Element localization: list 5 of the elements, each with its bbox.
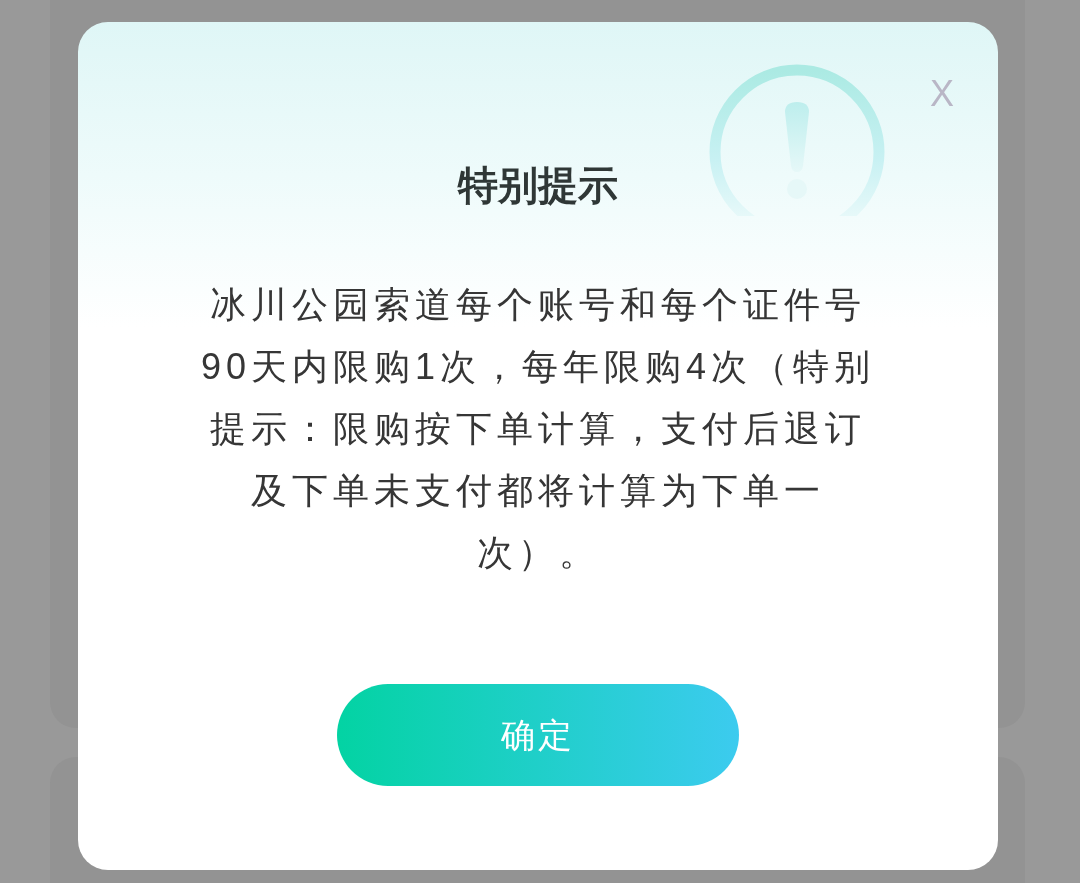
close-button[interactable]: X	[926, 74, 958, 114]
confirm-button[interactable]: 确定	[337, 684, 739, 786]
dialog-message: 冰川公园索道每个账号和每个证件号90天内限购1次，每年限购4次（特别提示：限购按下单计算，支付后退订及下单未支付都将计算为下单一次）。	[199, 283, 877, 575]
warning-icon	[709, 64, 885, 216]
dialog-title: 特别提示	[458, 162, 618, 209]
